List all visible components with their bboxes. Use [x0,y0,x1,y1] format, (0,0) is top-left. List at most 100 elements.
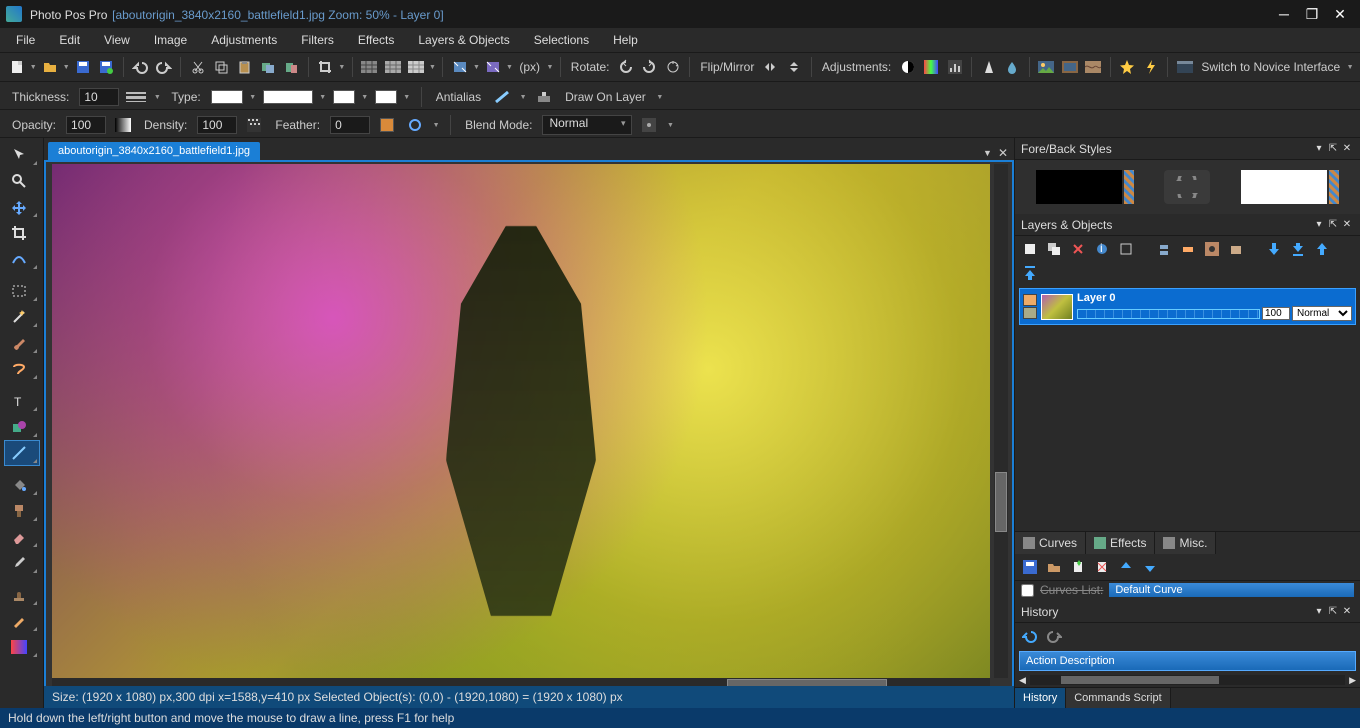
fx-frame-button[interactable] [1059,56,1080,78]
tab-menu-icon[interactable]: ▼ [983,148,992,158]
tool-bucket[interactable] [4,472,40,498]
menu-view[interactable]: View [92,30,142,50]
tab-misc[interactable]: Misc. [1155,532,1216,554]
draw-on-layer-dd[interactable]: ▼ [656,94,664,101]
curves-preset[interactable]: Default Curve [1109,583,1354,597]
layer-visibility-icon[interactable] [1023,294,1037,306]
tool-clone[interactable] [4,498,40,524]
tool-transform[interactable] [4,194,40,220]
redo-button[interactable] [153,56,174,78]
vertical-scrollbar[interactable] [994,164,1008,678]
layer-lock-icon[interactable] [1023,307,1037,319]
background-swatch[interactable] [1241,170,1327,204]
bolt-button[interactable] [1140,56,1161,78]
layer-top-button[interactable] [1021,264,1039,282]
blend-extra-dd[interactable]: ▼ [666,122,674,129]
grid1-button[interactable] [359,56,380,78]
feather-shape-dd[interactable]: ▼ [432,122,440,129]
adj-blur-button[interactable] [1001,56,1022,78]
tab-effects[interactable]: Effects [1086,532,1155,554]
curves-up-button[interactable] [1117,558,1135,576]
curves-save-button[interactable] [1021,558,1039,576]
blend-mode-select[interactable]: Normal [542,115,632,135]
curves-open-button[interactable] [1045,558,1063,576]
menu-effects[interactable]: Effects [346,30,406,50]
linetype-start-dd[interactable]: ▼ [361,94,369,101]
cut-button[interactable] [187,56,208,78]
layer-flatten-button[interactable] [1179,240,1197,258]
tool-text[interactable]: T [4,388,40,414]
fx-texture-button[interactable] [1082,56,1103,78]
layers-pin-icon[interactable]: ⇱ [1326,219,1340,230]
resize2-button[interactable] [482,56,503,78]
adj-hue-button[interactable] [921,56,942,78]
menu-image[interactable]: Image [142,30,199,50]
switch-interface-button[interactable]: Switch to Novice Interface [1197,60,1344,74]
interface-switch-icon[interactable] [1174,56,1195,78]
panel-menu-icon[interactable]: ▾ [1312,143,1326,154]
layer-up-button[interactable] [1313,240,1331,258]
save-as-button[interactable] [95,56,116,78]
linetype-solid[interactable] [211,90,243,104]
layer-group-button[interactable] [1227,240,1245,258]
close-button[interactable]: ✕ [1326,4,1354,24]
rotate-free-button[interactable] [662,56,683,78]
layer-row[interactable]: Layer 0 Normal [1019,288,1356,325]
tool-eyedropper[interactable] [4,550,40,576]
canvas-image[interactable] [52,164,990,678]
thickness-input[interactable]: 10 [79,88,119,106]
switch-interface-dropdown[interactable]: ▼ [1346,64,1354,71]
tool-path[interactable] [4,246,40,272]
open-file-button[interactable] [39,56,60,78]
history-scrollbar[interactable]: ◀▶ [1015,673,1360,687]
layer-opacity-slider[interactable] [1077,309,1260,319]
resize1-button[interactable] [449,56,470,78]
maximize-button[interactable]: ❐ [1298,4,1326,24]
paste-button[interactable] [234,56,255,78]
adj-contrast-button[interactable] [897,56,918,78]
tool-zoom[interactable] [4,168,40,194]
menu-layers-objects[interactable]: Layers & Objects [406,30,521,50]
linetype-end[interactable] [375,90,397,104]
menu-selections[interactable]: Selections [522,30,601,50]
antialias-toggle[interactable] [491,86,513,108]
layer-copy-button[interactable] [1117,240,1135,258]
new-file-dropdown[interactable]: ▼ [29,64,37,71]
minimize-button[interactable]: ─ [1270,4,1298,24]
layer-merge-down-button[interactable] [1155,240,1173,258]
flip-v-button[interactable] [784,56,805,78]
grid-dropdown[interactable]: ▼ [429,64,437,71]
save-button[interactable] [72,56,93,78]
canvas-viewport[interactable] [44,160,1014,708]
fx-picture-button[interactable] [1036,56,1057,78]
feather-input[interactable]: 0 [330,116,370,134]
adj-sharpen-button[interactable] [978,56,999,78]
tool-eraser[interactable] [4,524,40,550]
tool-gradient[interactable] [4,634,40,660]
panel-pin-icon[interactable]: ⇱ [1326,143,1340,154]
menu-adjustments[interactable]: Adjustments [199,30,289,50]
feather-shape-button[interactable] [404,114,426,136]
curves-new-button[interactable] [1069,558,1087,576]
resize2-dropdown[interactable]: ▼ [506,64,514,71]
copy-merged-button[interactable] [257,56,278,78]
grid3-button[interactable] [405,56,426,78]
thickness-dropdown[interactable]: ▼ [153,94,161,101]
layer-props-button[interactable]: i [1093,240,1111,258]
draw-layer-icon[interactable] [533,86,555,108]
antialias-dd[interactable]: ▼ [519,94,527,101]
tool-lasso[interactable] [4,356,40,382]
curves-delete-button[interactable] [1093,558,1111,576]
opacity-grad-button[interactable] [112,114,134,136]
paste-special-button[interactable] [280,56,301,78]
layer-thumbnail[interactable] [1041,294,1073,320]
history-undo-button[interactable] [1021,627,1039,645]
layers-menu-icon[interactable]: ▾ [1312,219,1326,230]
history-redo-button[interactable] [1045,627,1063,645]
fore-style-picker[interactable] [1124,170,1134,204]
grid2-button[interactable] [382,56,403,78]
layer-blend-select[interactable]: Normal [1292,306,1352,321]
tool-line[interactable] [4,440,40,466]
menu-filters[interactable]: Filters [289,30,346,50]
layer-new-button[interactable] [1021,240,1039,258]
